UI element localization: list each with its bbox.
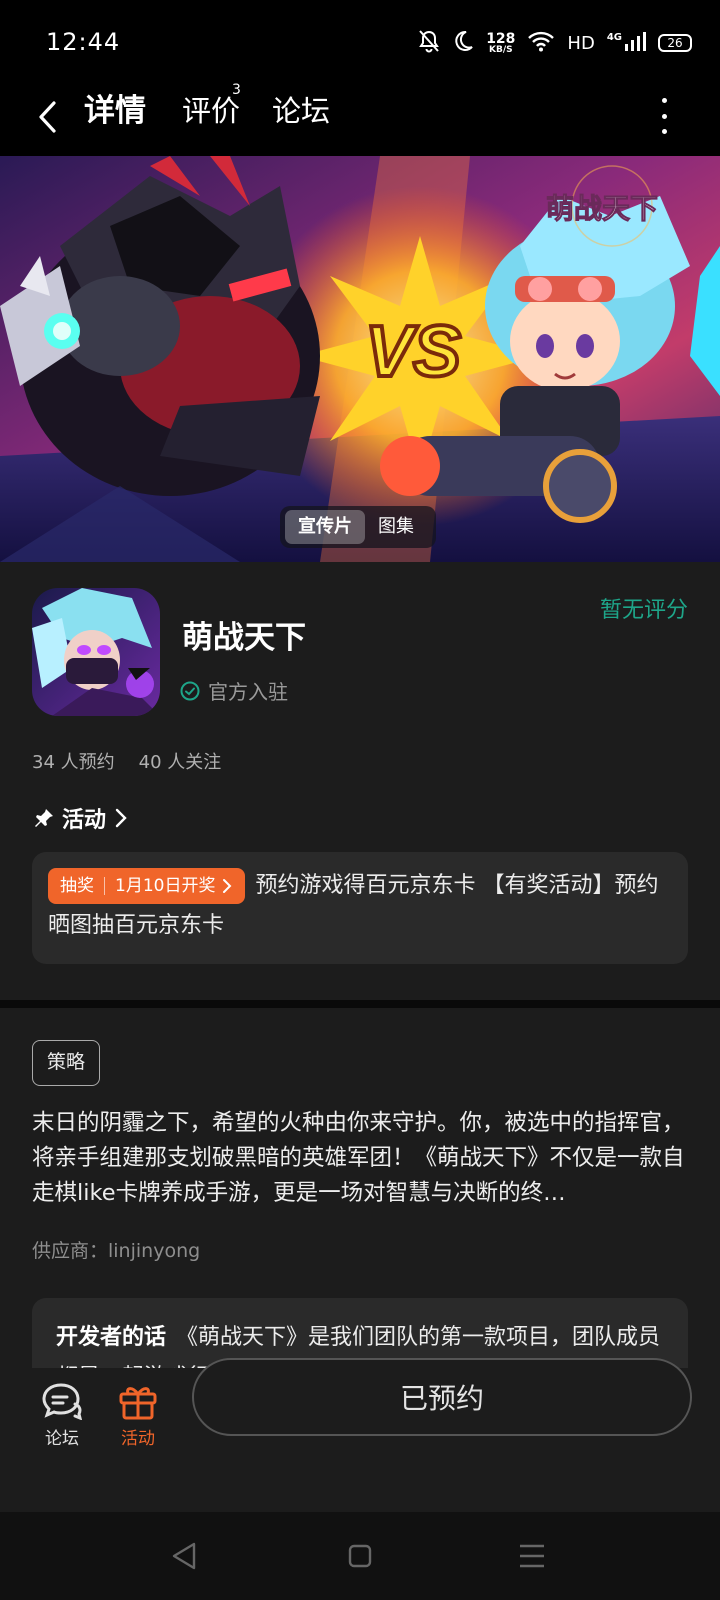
app-icon — [32, 588, 160, 716]
verified-label: 官方入驻 — [208, 680, 288, 704]
network-generation: 4G — [606, 31, 622, 43]
chevron-right-icon — [223, 879, 232, 893]
app-stats: 34 人预约 40 人关注 — [32, 748, 221, 774]
description-panel: 策略 末日的阴霾之下，希望的火种由你来守护。你，被选中的指挥官，将亲手组建那支划… — [0, 1008, 720, 1368]
banner-artwork: VS 萌战天下 — [0, 156, 720, 562]
net-speed-value: 128 — [486, 30, 516, 47]
developer-note-label: 开发者的话 — [56, 1325, 167, 1350]
rating-text[interactable]: 暂无评分 — [600, 592, 688, 624]
game-logo-text: 萌战天下 — [546, 192, 658, 225]
moon-icon — [452, 30, 474, 56]
tab-forum-label: 论坛 — [272, 94, 331, 128]
promo-banner[interactable]: VS 萌战天下 宣传片 图集 — [0, 156, 720, 562]
supplier-text: 供应商：linjinyong — [32, 1240, 201, 1262]
app-info-panel: 萌战天下 暂无评分 官方入驻 34 人预约 40 人关注 活动 抽奖 1月10日… — [0, 562, 720, 1000]
vs-text: VS — [365, 312, 461, 392]
lottery-date: 1月10日开奖 — [115, 876, 216, 896]
net-speed-unit: KB/S — [489, 44, 513, 55]
triangle-back-icon — [172, 1542, 196, 1570]
activity-header[interactable]: 活动 — [34, 802, 128, 834]
net-speed: 128 KB/S — [486, 32, 515, 55]
more-dot-icon — [661, 113, 667, 119]
back-button[interactable] — [28, 92, 68, 142]
mute-bell-icon — [418, 29, 440, 57]
bottom-forum-button[interactable]: 论坛 — [32, 1382, 92, 1449]
tab-forum[interactable]: 论坛 — [272, 88, 330, 148]
description-text[interactable]: 末日的阴霾之下，希望的火种由你来守护。你，被选中的指挥官，将亲手组建那支划破黑暗… — [32, 1106, 692, 1211]
top-nav-bar: 详情 评价 3 论坛 — [0, 82, 720, 156]
bottom-action-bar: 论坛 活动 已预约 — [0, 1358, 720, 1512]
media-option-video[interactable]: 宣传片 — [285, 510, 365, 544]
more-dot-icon — [661, 129, 667, 134]
tab-review-label: 评价 — [182, 94, 241, 128]
media-toggle: 宣传片 图集 — [280, 506, 436, 548]
system-home-button[interactable] — [336, 1532, 384, 1580]
square-home-icon — [348, 1544, 372, 1568]
hd-indicator: HD — [567, 32, 595, 54]
gift-icon — [119, 1387, 157, 1420]
media-option-gallery[interactable]: 图集 — [365, 510, 427, 544]
pin-icon — [35, 809, 53, 827]
verified-badge: 官方入驻 — [180, 676, 288, 705]
more-options-button[interactable] — [652, 96, 676, 136]
activity-heading: 活动 — [62, 808, 107, 833]
activity-card[interactable]: 抽奖 1月10日开奖 预约游戏得百元京东卡 【有奖活动】预约晒图抽百元京东卡 — [32, 852, 688, 964]
system-menu-button[interactable] — [508, 1532, 556, 1580]
signal-icon — [624, 30, 646, 56]
status-time: 12:44 — [46, 28, 121, 56]
check-circle-icon — [180, 681, 200, 700]
app-name: 萌战天下 — [182, 620, 306, 656]
wifi-icon — [527, 30, 555, 56]
system-nav-bar — [0, 1512, 720, 1600]
bottom-forum-label: 论坛 — [45, 1429, 79, 1449]
tab-detail-label: 详情 — [84, 93, 146, 129]
lottery-badge: 抽奖 1月10日开奖 — [48, 868, 246, 904]
more-dot-icon — [661, 98, 667, 103]
system-back-button[interactable] — [160, 1532, 208, 1580]
bottom-activity-label: 活动 — [121, 1429, 155, 1449]
chat-bubbles-icon — [42, 1383, 83, 1420]
menu-lines-icon — [520, 1544, 544, 1568]
battery-icon: 26 — [658, 34, 692, 52]
section-divider — [0, 1000, 720, 1008]
status-icons: 128 KB/S HD 4G 26 — [418, 26, 692, 60]
badge-divider — [104, 877, 105, 895]
follower-count: 40 人关注 — [138, 752, 222, 773]
genre-tag[interactable]: 策略 — [32, 1040, 101, 1086]
tab-detail[interactable]: 详情 — [80, 88, 148, 148]
chevron-right-icon — [115, 808, 127, 828]
status-bar: 12:44 128 KB/S HD 4G 26 — [0, 0, 720, 88]
reservation-count: 34 人预约 — [32, 752, 115, 773]
review-count-badge: 3 — [232, 82, 241, 98]
bottom-activity-button[interactable]: 活动 — [108, 1382, 168, 1449]
back-arrow-icon — [39, 101, 56, 133]
lottery-type: 抽奖 — [60, 876, 94, 896]
reserved-button[interactable]: 已预约 — [192, 1358, 692, 1436]
